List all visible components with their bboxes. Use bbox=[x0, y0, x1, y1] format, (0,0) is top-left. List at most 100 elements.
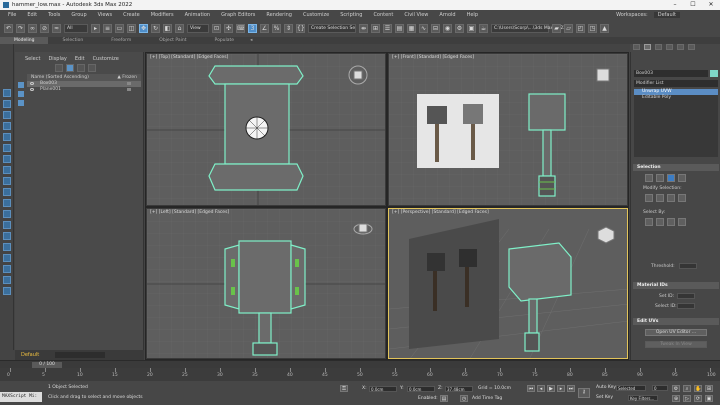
render-setup-icon[interactable]: ⚙ bbox=[455, 24, 464, 33]
modifier-editable-poly[interactable]: Editable Poly bbox=[634, 95, 718, 101]
edge-subobject-icon[interactable] bbox=[656, 174, 664, 182]
hierarchy-icon[interactable] bbox=[88, 64, 96, 72]
select-object-icon[interactable]: ▸ bbox=[91, 24, 100, 33]
sort-icon[interactable] bbox=[77, 64, 85, 72]
viewport-label[interactable]: [+] [Front] [Standard] [Edged Faces] bbox=[392, 55, 474, 60]
select-place-icon[interactable]: ⌂ bbox=[175, 24, 184, 33]
set-project-icon[interactable]: ▱ bbox=[564, 24, 573, 33]
time-slider[interactable]: 0 / 100 bbox=[0, 360, 720, 368]
mirror-icon[interactable]: ⇹ bbox=[359, 24, 368, 33]
open-uv-editor-button[interactable]: Open UV Editor ... bbox=[645, 329, 707, 336]
edit-uvs-rollout-header[interactable]: Edit UVs bbox=[633, 318, 719, 325]
ribbon-tab-selection[interactable]: Selection bbox=[48, 37, 97, 44]
link-icon[interactable]: ∞ bbox=[28, 24, 37, 33]
zoom-all-icon[interactable]: ⊞ bbox=[705, 385, 713, 392]
render-iterative-icon[interactable]: ◳ bbox=[588, 24, 597, 33]
auto-key-button[interactable]: Auto Key bbox=[596, 385, 616, 390]
menu-civil-view[interactable]: Civil View bbox=[404, 12, 428, 18]
time-tag-icon[interactable]: ◷ bbox=[460, 395, 468, 402]
select-id-spinner[interactable] bbox=[677, 303, 695, 309]
material-editor-icon[interactable]: ◉ bbox=[443, 24, 452, 33]
maximize-viewport-icon[interactable]: ▣ bbox=[705, 395, 713, 402]
toggle-scene-explorer-icon[interactable]: ☰ bbox=[383, 24, 392, 33]
ribbon-tab-freeform[interactable]: Freeform bbox=[97, 37, 145, 44]
add-time-tag-label[interactable]: Add Time Tag bbox=[472, 396, 502, 401]
adaptive-degradation-icon[interactable]: ▤ bbox=[440, 395, 448, 402]
planar-angle-icon[interactable] bbox=[678, 218, 686, 226]
layer-dropdown[interactable] bbox=[55, 352, 105, 358]
y-coordinate-field[interactable]: 0.0cm bbox=[407, 386, 435, 392]
select-rotate-icon[interactable]: ↻ bbox=[151, 24, 160, 33]
modifier-list-dropdown[interactable]: Modifier List bbox=[634, 80, 718, 87]
viewcube-icon[interactable] bbox=[347, 64, 369, 86]
tweak-in-view-button[interactable]: Tweak In View bbox=[645, 341, 707, 348]
percent-snap-icon[interactable]: % bbox=[272, 24, 281, 33]
object-name-field[interactable]: Box003 bbox=[634, 70, 708, 77]
select-manipulate-icon[interactable]: ✣ bbox=[224, 24, 233, 33]
minimize-button[interactable]: – bbox=[666, 0, 684, 10]
toggle-layer-explorer-icon[interactable]: ▤ bbox=[395, 24, 404, 33]
ring-selection-icon[interactable] bbox=[667, 194, 675, 202]
field-of-view-icon[interactable]: ▷ bbox=[683, 395, 691, 402]
time-configuration-icon[interactable]: ⚙ bbox=[672, 385, 680, 392]
pan-icon[interactable]: ✋ bbox=[694, 385, 702, 392]
create-object-icon[interactable] bbox=[3, 89, 11, 97]
menu-group[interactable]: Group bbox=[71, 12, 86, 18]
select-move-icon[interactable]: ✥ bbox=[139, 24, 148, 33]
name-column-header[interactable]: Name (Sorted Ascending) bbox=[31, 74, 89, 81]
display-filter-icon[interactable] bbox=[18, 100, 24, 106]
ribbon-options-icon[interactable]: ◂ bbox=[248, 37, 254, 44]
workspaces-dropdown[interactable]: Default bbox=[653, 12, 680, 18]
edit-named-selection-icon[interactable]: {} bbox=[296, 24, 305, 33]
key-set-dropdown[interactable]: Selected bbox=[616, 385, 646, 391]
lock-selection-icon[interactable]: ⚿ bbox=[340, 385, 348, 392]
maximize-button[interactable]: ☐ bbox=[684, 0, 702, 10]
visibility-eye-icon[interactable] bbox=[30, 88, 34, 91]
set-id-spinner[interactable] bbox=[677, 293, 695, 299]
scene-row-plane001[interactable]: Plane001 bbox=[27, 87, 141, 93]
selection-rollout-header[interactable]: Selection bbox=[633, 164, 719, 171]
menu-graph-editors[interactable]: Graph Editors bbox=[221, 12, 255, 18]
close-button[interactable]: ✕ bbox=[702, 0, 720, 10]
pivot-center-icon[interactable]: ⊡ bbox=[212, 24, 221, 33]
menu-arnold[interactable]: Arnold bbox=[439, 12, 455, 18]
ribbon-tab-object-paint[interactable]: Object Paint bbox=[145, 37, 200, 44]
key-filters-button[interactable]: Key Filters... bbox=[628, 395, 658, 401]
display-lights-icon[interactable] bbox=[3, 166, 11, 174]
snaps-toggle-icon[interactable]: 3 bbox=[248, 24, 257, 33]
display-children-icon[interactable] bbox=[3, 276, 11, 284]
redo-icon[interactable]: ↷ bbox=[16, 24, 25, 33]
menu-edit[interactable]: Edit bbox=[27, 12, 37, 18]
menu-views[interactable]: Views bbox=[98, 12, 112, 18]
set-key-icon[interactable]: ⚷ bbox=[578, 388, 590, 398]
display-none-icon[interactable] bbox=[3, 111, 11, 119]
display-bones-icon[interactable] bbox=[3, 232, 11, 240]
orbit-icon[interactable]: ⟳ bbox=[694, 395, 702, 402]
polygon-subobject-icon[interactable] bbox=[667, 174, 675, 182]
ignore-backfacing-icon[interactable] bbox=[656, 218, 664, 226]
display-invert-icon[interactable] bbox=[3, 133, 11, 141]
zoom-icon[interactable]: ⌕ bbox=[683, 385, 691, 392]
create-tab-icon[interactable] bbox=[633, 44, 640, 50]
go-to-start-icon[interactable]: ⏮ bbox=[527, 385, 535, 392]
ribbon-tab-populate[interactable]: Populate bbox=[201, 37, 249, 44]
menu-rendering[interactable]: Rendering bbox=[266, 12, 292, 18]
z-coordinate-field[interactable]: 37.48cm bbox=[445, 386, 473, 392]
menu-create[interactable]: Create bbox=[123, 12, 140, 18]
freeze-icon[interactable] bbox=[127, 88, 131, 91]
display-xrefs-icon[interactable] bbox=[3, 221, 11, 229]
menu-modifiers[interactable]: Modifiers bbox=[151, 12, 174, 18]
utilities-tab-icon[interactable] bbox=[688, 44, 695, 50]
lock-selection-icon[interactable] bbox=[3, 287, 11, 295]
schematic-view-icon[interactable]: ⊟ bbox=[431, 24, 440, 33]
display-filter-icon[interactable] bbox=[18, 91, 24, 97]
viewport-perspective[interactable]: [+] [Perspective] [Standard] [Edged Face… bbox=[388, 208, 628, 359]
rendered-frame-window-icon[interactable]: ▣ bbox=[467, 24, 476, 33]
point-to-point-icon[interactable] bbox=[667, 218, 675, 226]
display-hidden-icon[interactable] bbox=[3, 265, 11, 273]
angle-snap-icon[interactable]: ∠ bbox=[260, 24, 269, 33]
menu-help[interactable]: Help bbox=[467, 12, 478, 18]
menu-tools[interactable]: Tools bbox=[48, 12, 60, 18]
previous-frame-icon[interactable]: ◂ bbox=[537, 385, 545, 392]
selection-filter-dropdown[interactable]: All bbox=[64, 24, 88, 33]
